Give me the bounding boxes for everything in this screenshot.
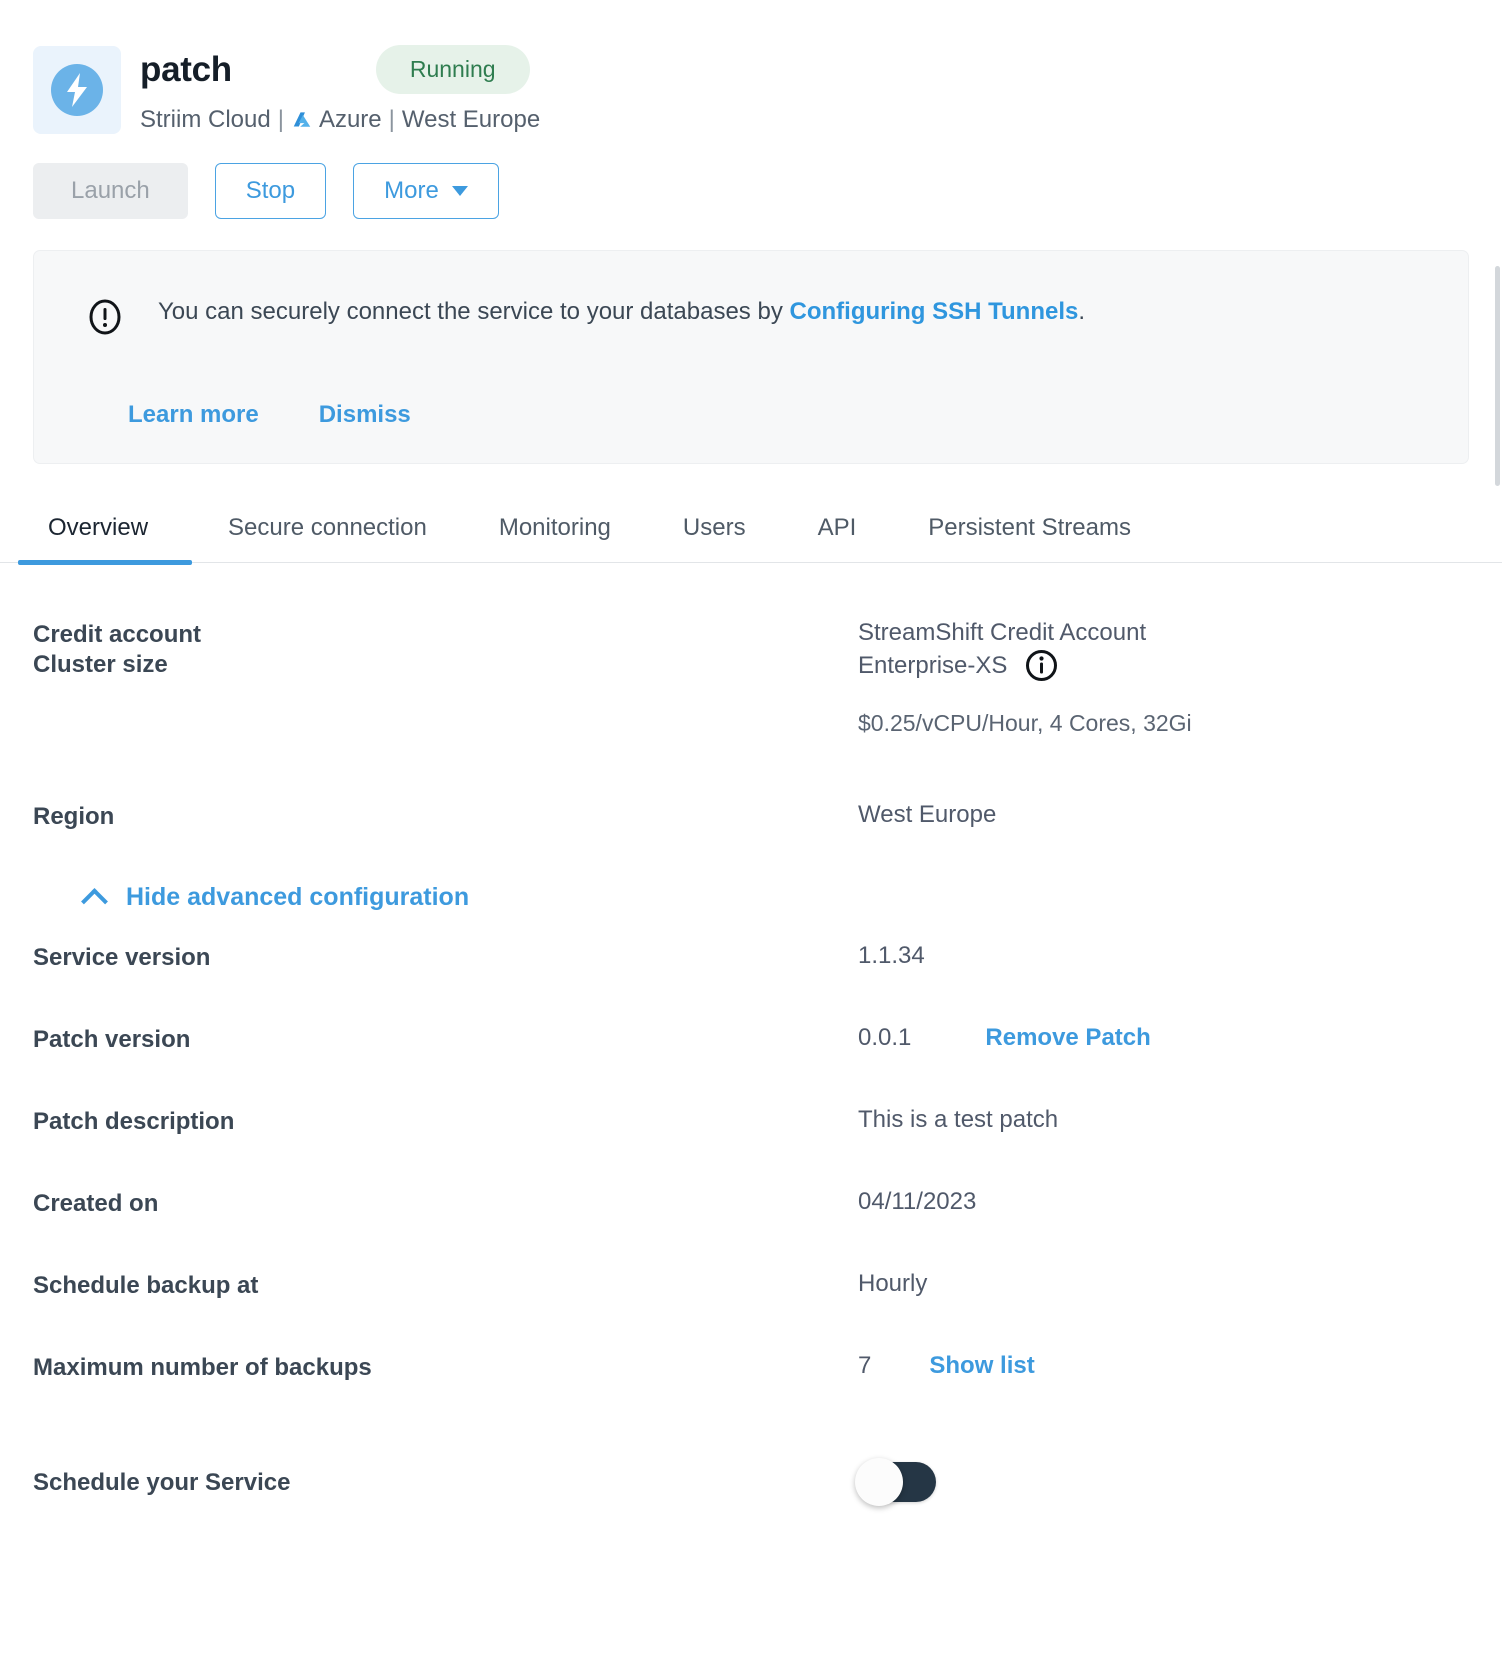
hide-advanced-configuration-label: Hide advanced configuration <box>126 883 470 911</box>
tab-overview[interactable]: Overview <box>0 516 193 565</box>
banner-text-after: . <box>1078 298 1086 325</box>
tab-monitoring[interactable]: Monitoring <box>463 516 647 562</box>
ssh-tunnel-banner: You can securely connect the service to … <box>33 250 1469 464</box>
service-version-value: 1.1.34 <box>858 942 925 969</box>
patch-description-label: Patch description <box>33 1108 235 1135</box>
patch-version-value-group: 0.0.1 Remove Patch <box>858 1024 1151 1052</box>
service-version-label: Service version <box>33 944 211 971</box>
schedule-backup-label: Schedule backup at <box>33 1272 259 1299</box>
row-patch-version: Patch version 0.0.1 Remove Patch <box>33 1024 1469 1106</box>
dismiss-link[interactable]: Dismiss <box>319 401 411 429</box>
service-header: patch Running Striim Cloud | Azure | Wes… <box>0 0 1502 134</box>
tab-users[interactable]: Users <box>647 516 782 562</box>
service-tabs: Overview Secure connection Monitoring Us… <box>0 489 1502 565</box>
status-badge: Running <box>375 44 530 94</box>
schedule-service-toggle-wrap <box>855 1458 936 1506</box>
subtitle-separator-1: | <box>277 106 284 133</box>
cluster-size-value: Enterprise-XS <box>858 651 1008 679</box>
overview-details: Credit account StreamShift Credit Accoun… <box>0 563 1502 1530</box>
service-action-bar: Launch Stop More <box>0 134 1502 219</box>
row-created-on: Created on 04/11/2023 <box>33 1188 1469 1270</box>
max-backups-value: 7 <box>858 1352 872 1379</box>
credit-account-label: Credit account <box>33 621 202 648</box>
schedule-service-label: Schedule your Service <box>33 1469 291 1496</box>
row-region: Region West Europe <box>33 801 1469 861</box>
row-schedule-service: Schedule your Service <box>33 1434 1469 1530</box>
cluster-size-label: Cluster size <box>33 651 168 678</box>
created-on-value: 04/11/2023 <box>858 1188 977 1215</box>
row-max-backups: Maximum number of backups 7 Show list <box>33 1352 1469 1434</box>
chevron-down-icon <box>451 186 468 196</box>
azure-icon <box>291 110 313 132</box>
region-label-subtitle: West Europe <box>401 106 541 133</box>
service-logo <box>33 46 121 134</box>
service-header-text: patch Running Striim Cloud | Azure | Wes… <box>140 38 540 134</box>
row-schedule-backup: Schedule backup at Hourly <box>33 1270 1469 1352</box>
created-on-label: Created on <box>33 1190 159 1217</box>
cloud-provider-label: Azure <box>318 106 382 133</box>
stop-button[interactable]: Stop <box>214 163 327 219</box>
bolt-icon <box>51 64 103 116</box>
cluster-size-value-row: Enterprise-XS <box>858 649 1192 682</box>
credit-account-value: StreamShift Credit Account <box>858 619 1147 646</box>
schedule-backup-value: Hourly <box>858 1270 928 1297</box>
page-title: patch <box>140 49 232 89</box>
show-list-link[interactable]: Show list <box>929 1352 1034 1380</box>
max-backups-label: Maximum number of backups <box>33 1354 372 1381</box>
service-title-row: patch Running <box>140 38 540 100</box>
max-backups-value-group: 7 Show list <box>858 1352 1035 1380</box>
tab-persistent-streams[interactable]: Persistent Streams <box>892 516 1167 562</box>
row-credit-account: Credit account StreamShift Credit Accoun… <box>33 563 1469 649</box>
banner-message-row: You can securely connect the service to … <box>34 296 1468 341</box>
cluster-size-value-group: Enterprise-XS $0.25/vCPU/Hour, 4 Cores, … <box>858 649 1192 737</box>
more-button-label: More <box>384 177 439 204</box>
platform-label: Striim Cloud <box>140 106 271 133</box>
chevron-up-icon <box>81 888 108 915</box>
banner-actions: Learn more Dismiss <box>34 341 1468 429</box>
service-subtitle: Striim Cloud | Azure | West Europe <box>140 106 540 134</box>
scrollbar[interactable] <box>1495 266 1500 486</box>
banner-text-before: You can securely connect the service to … <box>158 298 790 325</box>
cluster-size-pricing-note: $0.25/vCPU/Hour, 4 Cores, 32Gi <box>858 710 1192 736</box>
service-detail-page: patch Running Striim Cloud | Azure | Wes… <box>0 0 1502 1680</box>
patch-description-value: This is a test patch <box>858 1106 1059 1133</box>
schedule-service-toggle[interactable] <box>855 1458 936 1506</box>
exclamation-circle-icon <box>86 298 124 341</box>
remove-patch-link[interactable]: Remove Patch <box>985 1024 1150 1052</box>
info-icon[interactable] <box>1025 649 1058 682</box>
subtitle-separator-2: | <box>388 106 395 133</box>
row-patch-description: Patch description This is a test patch <box>33 1106 1469 1188</box>
patch-version-value: 0.0.1 <box>858 1024 912 1051</box>
row-cluster-size: Cluster size Enterprise-XS $0.25/vCPU/Ho… <box>33 649 1469 801</box>
launch-button[interactable]: Launch <box>33 163 188 219</box>
hide-advanced-configuration-toggle[interactable]: Hide advanced configuration <box>33 861 469 942</box>
toggle-knob <box>855 1458 903 1506</box>
row-service-version: Service version 1.1.34 <box>33 942 1469 1024</box>
patch-version-label: Patch version <box>33 1026 191 1053</box>
region-value: West Europe <box>858 801 997 828</box>
configuring-ssh-tunnels-link[interactable]: Configuring SSH Tunnels <box>790 298 1079 325</box>
region-label: Region <box>33 803 115 830</box>
learn-more-link[interactable]: Learn more <box>128 401 259 429</box>
tab-api[interactable]: API <box>782 516 893 562</box>
banner-text: You can securely connect the service to … <box>158 296 1085 327</box>
more-button[interactable]: More <box>353 163 499 219</box>
tab-secure-connection[interactable]: Secure connection <box>192 516 463 562</box>
